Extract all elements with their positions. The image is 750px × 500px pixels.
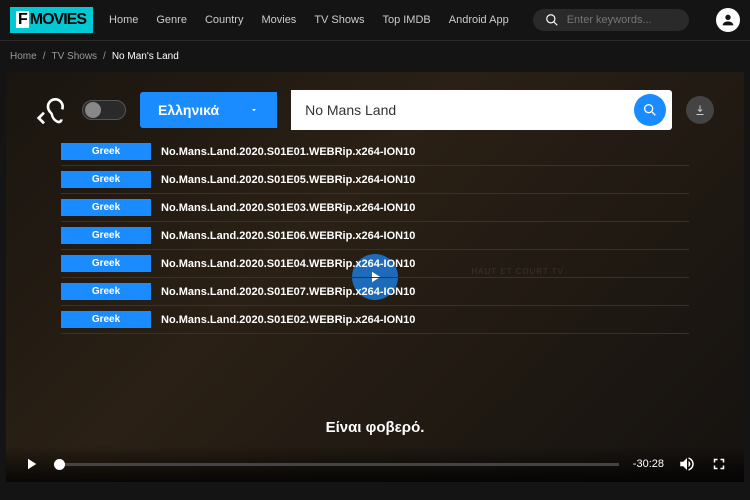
chevron-down-icon: [249, 105, 259, 115]
nav-tvshows[interactable]: TV Shows: [314, 14, 364, 26]
top-header: FMOVIES Home Genre Country Movies TV Sho…: [0, 0, 750, 40]
subtitle-search: [291, 90, 672, 130]
nav-genre[interactable]: Genre: [156, 14, 187, 26]
result-lang: Greek: [61, 171, 151, 188]
nav-topimdb[interactable]: Top IMDB: [382, 14, 430, 26]
subtitle-search-button[interactable]: [634, 94, 666, 126]
subtitle-result-row[interactable]: GreekNo.Mans.Land.2020.S01E06.WEBRip.x26…: [61, 222, 689, 250]
result-title: No.Mans.Land.2020.S01E04.WEBRip.x264-ION…: [151, 258, 415, 270]
subtitle-result-row[interactable]: GreekNo.Mans.Land.2020.S01E04.WEBRip.x26…: [61, 250, 689, 278]
fullscreen-icon[interactable]: [710, 455, 728, 473]
result-title: No.Mans.Land.2020.S01E02.WEBRip.x264-ION…: [151, 314, 415, 326]
result-lang: Greek: [61, 283, 151, 300]
time-remaining: -30:28: [633, 458, 664, 470]
result-title: No.Mans.Land.2020.S01E03.WEBRip.x264-ION…: [151, 202, 415, 214]
language-label: Ελληνικά: [158, 102, 219, 118]
accessibility-icon: [36, 94, 68, 126]
main-nav: Home Genre Country Movies TV Shows Top I…: [109, 14, 509, 26]
result-lang: Greek: [61, 255, 151, 272]
video-player: HAUT ET COURT TV Ελληνικά GreekNo.Mans.L…: [6, 72, 744, 482]
video-controls: -30:28: [6, 446, 744, 482]
breadcrumb-home[interactable]: Home: [10, 51, 37, 62]
breadcrumb: Home / TV Shows / No Man's Land: [0, 40, 750, 72]
subtitle-toggle[interactable]: [82, 100, 126, 120]
subtitle-result-row[interactable]: GreekNo.Mans.Land.2020.S01E02.WEBRip.x26…: [61, 306, 689, 334]
nav-country[interactable]: Country: [205, 14, 244, 26]
search-icon: [642, 102, 658, 118]
video-subtitle: Είναι φοβερό.: [6, 419, 744, 436]
site-logo[interactable]: FMOVIES: [10, 7, 93, 33]
subtitle-result-row[interactable]: GreekNo.Mans.Land.2020.S01E05.WEBRip.x26…: [61, 166, 689, 194]
language-dropdown[interactable]: Ελληνικά: [140, 92, 277, 128]
subtitle-result-row[interactable]: GreekNo.Mans.Land.2020.S01E07.WEBRip.x26…: [61, 278, 689, 306]
result-lang: Greek: [61, 227, 151, 244]
result-title: No.Mans.Land.2020.S01E06.WEBRip.x264-ION…: [151, 230, 415, 242]
subtitle-results: GreekNo.Mans.Land.2020.S01E01.WEBRip.x26…: [61, 138, 689, 334]
nav-android[interactable]: Android App: [449, 14, 509, 26]
download-button[interactable]: [686, 96, 714, 124]
header-search[interactable]: [533, 9, 689, 31]
person-icon: [720, 12, 736, 28]
user-avatar[interactable]: [716, 8, 740, 32]
subtitle-search-input[interactable]: [291, 90, 634, 130]
nav-movies[interactable]: Movies: [261, 14, 296, 26]
subtitle-controls: Ελληνικά: [36, 90, 714, 130]
breadcrumb-tvshows[interactable]: TV Shows: [51, 51, 97, 62]
result-title: No.Mans.Land.2020.S01E07.WEBRip.x264-ION…: [151, 286, 415, 298]
result-title: No.Mans.Land.2020.S01E05.WEBRip.x264-ION…: [151, 174, 415, 186]
header-search-input[interactable]: [567, 14, 677, 26]
volume-icon[interactable]: [678, 455, 696, 473]
nav-home[interactable]: Home: [109, 14, 138, 26]
play-control-icon[interactable]: [22, 455, 40, 473]
result-lang: Greek: [61, 199, 151, 216]
download-icon: [694, 104, 706, 116]
result-lang: Greek: [61, 143, 151, 160]
progress-bar[interactable]: [54, 463, 619, 466]
subtitle-result-row[interactable]: GreekNo.Mans.Land.2020.S01E03.WEBRip.x26…: [61, 194, 689, 222]
subtitle-result-row[interactable]: GreekNo.Mans.Land.2020.S01E01.WEBRip.x26…: [61, 138, 689, 166]
search-icon: [545, 13, 559, 27]
result-lang: Greek: [61, 311, 151, 328]
result-title: No.Mans.Land.2020.S01E01.WEBRip.x264-ION…: [151, 146, 415, 158]
breadcrumb-current: No Man's Land: [112, 51, 179, 62]
